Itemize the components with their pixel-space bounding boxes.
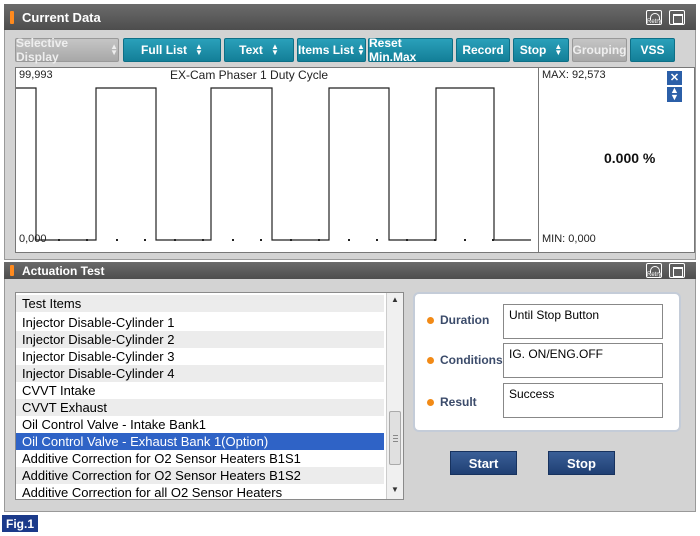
updown-arrow-icon: ▲ ▼: [110, 42, 118, 57]
list-header: Test Items: [16, 295, 384, 312]
retry-icon: Retry: [647, 272, 662, 278]
current-data-title: Current Data: [22, 9, 101, 25]
test-items-list[interactable]: Test Items Injector Disable-Cylinder 1 I…: [15, 292, 404, 500]
record-button[interactable]: Record: [456, 38, 510, 62]
panel-marker-icon: [10, 265, 14, 276]
duration-field: Until Stop Button: [503, 304, 663, 339]
close-icon: ✕: [669, 72, 680, 84]
reset-min-max-button[interactable]: Reset Min.Max: [368, 36, 453, 64]
updown-arrow-icon: ▲ ▼: [554, 42, 563, 57]
text-dropdown[interactable]: Text ▲ ▼: [224, 38, 294, 62]
retry-button[interactable]: Retry: [646, 10, 662, 25]
selective-display-dropdown[interactable]: Selective Display ▲ ▼: [15, 36, 119, 64]
list-item[interactable]: Additive Correction for O2 Sensor Heater…: [16, 467, 384, 484]
close-graph-button[interactable]: ✕: [667, 71, 682, 85]
updown-arrow-icon: ▲ ▼: [357, 42, 365, 57]
list-scrollbar[interactable]: ▲ ▼: [386, 293, 403, 499]
graph-current-value: 0.000 %: [604, 150, 656, 166]
list-item[interactable]: CVVT Exhaust: [16, 399, 384, 416]
full-list-dropdown[interactable]: Full List ▲ ▼: [123, 38, 221, 62]
list-item[interactable]: Additive Correction for O2 Sensor Heater…: [16, 450, 384, 467]
graph-y-min-label: 0,000: [19, 233, 47, 245]
updown-arrow-icon: ▲ ▼: [270, 42, 279, 57]
graph-max-value: MAX: 92,573: [542, 69, 606, 81]
items-list-dropdown[interactable]: Items List ▲ ▼: [297, 38, 366, 62]
actuation-test-title: Actuation Test: [22, 263, 105, 278]
scroll-up-icon[interactable]: ▲: [387, 295, 403, 307]
list-item[interactable]: CVVT Intake: [16, 382, 384, 399]
maximize-button[interactable]: [669, 10, 685, 25]
retry-icon: Retry: [647, 19, 662, 25]
graph-y-max-label: 99,993: [19, 69, 53, 81]
maximize-button[interactable]: [669, 263, 685, 278]
list-item-selected[interactable]: Oil Control Valve - Exhaust Bank 1(Optio…: [16, 433, 384, 450]
list-item[interactable]: Injector Disable-Cylinder 4: [16, 365, 384, 382]
list-item[interactable]: Additive Correction for all O2 Sensor He…: [16, 484, 384, 499]
conditions-field: IG. ON/ENG.OFF: [503, 343, 663, 378]
bullet-icon: [427, 316, 434, 324]
list-item[interactable]: Injector Disable-Cylinder 3: [16, 348, 384, 365]
start-button[interactable]: Start: [450, 451, 517, 475]
vss-button[interactable]: VSS: [630, 38, 675, 62]
list-item[interactable]: Injector Disable-Cylinder 1: [16, 314, 384, 331]
scroll-down-icon[interactable]: ▼: [387, 485, 403, 497]
figure-label: Fig.1: [2, 515, 38, 532]
graph-divider: [538, 67, 539, 253]
graph-min-value: MIN: 0,000: [542, 233, 596, 245]
list-item[interactable]: Injector Disable-Cylinder 2: [16, 331, 384, 348]
current-data-titlebar: Current Data: [4, 4, 696, 30]
scroll-thumb[interactable]: [389, 411, 401, 465]
retry-button[interactable]: Retry: [646, 263, 662, 278]
bullet-icon: [427, 356, 434, 364]
expand-graph-button[interactable]: ▲ ▼: [667, 85, 682, 102]
stop-dropdown[interactable]: Stop ▲ ▼: [513, 38, 569, 62]
list-item[interactable]: Oil Control Valve - Intake Bank1: [16, 416, 384, 433]
bullet-icon: [427, 398, 434, 406]
actuation-test-titlebar: Actuation Test: [4, 262, 696, 279]
conditions-label: Conditions: [427, 353, 503, 367]
updown-arrow-icon: ▲ ▼: [195, 42, 203, 57]
duration-label: Duration: [427, 313, 489, 327]
graph-title: EX-Cam Phaser 1 Duty Cycle: [170, 68, 329, 82]
result-field: Success: [503, 383, 663, 418]
stop-button[interactable]: Stop: [548, 451, 615, 475]
panel-marker-icon: [10, 10, 14, 24]
duty-cycle-waveform: [16, 87, 531, 241]
result-label: Result: [427, 395, 477, 409]
grouping-button[interactable]: Grouping: [572, 38, 627, 62]
duty-cycle-graph: [16, 87, 531, 241]
updown-icon: ▲ ▼: [670, 85, 679, 102]
